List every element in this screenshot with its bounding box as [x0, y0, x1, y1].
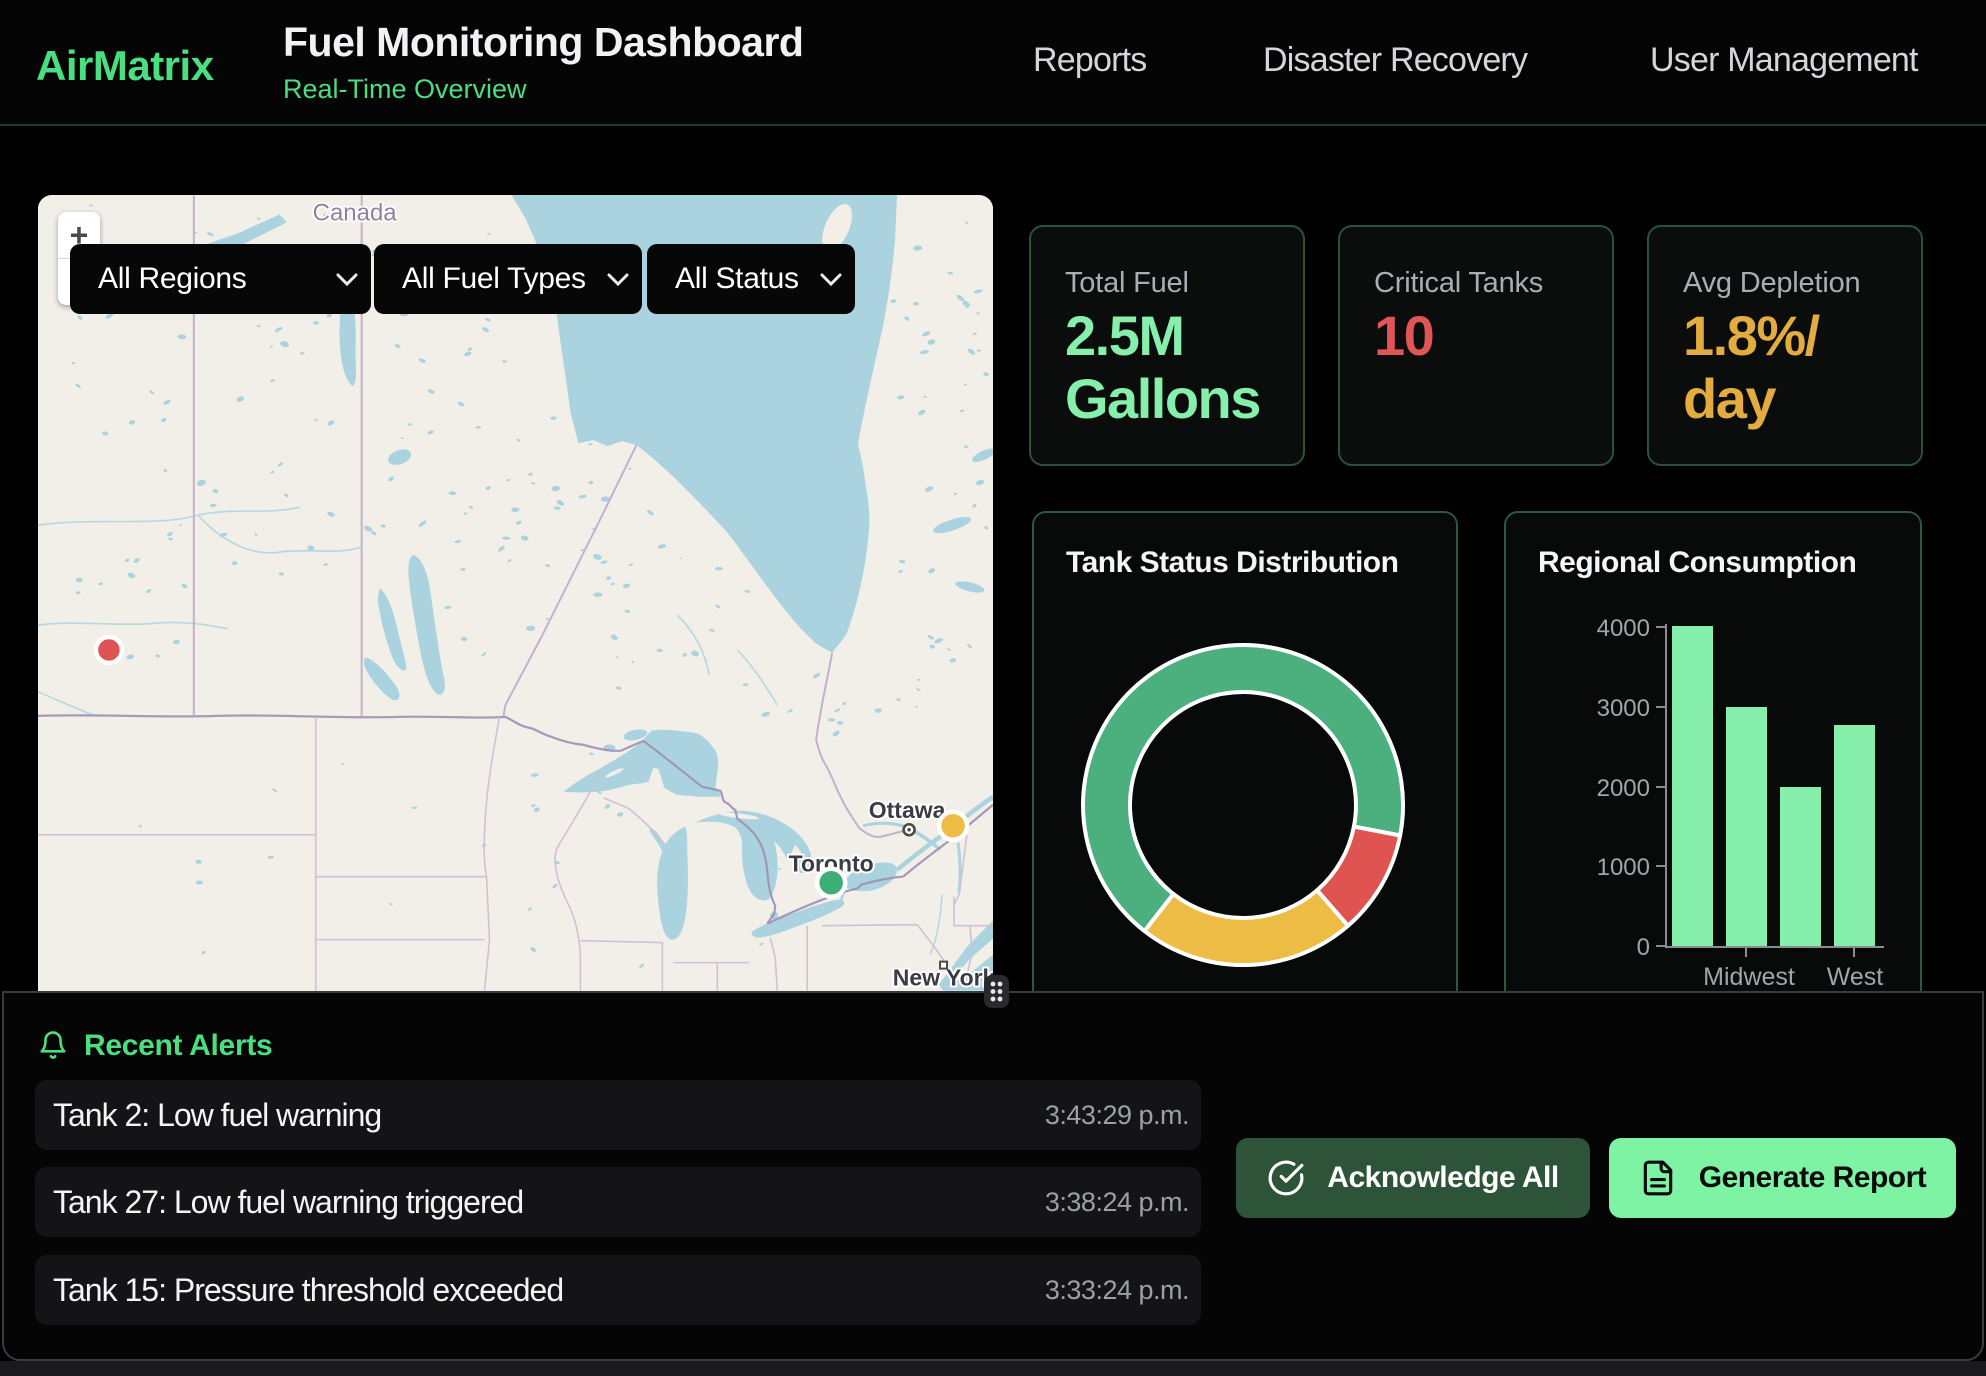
- svg-text:4000: 4000: [1597, 615, 1650, 642]
- svg-text:Ottawa: Ottawa: [869, 797, 946, 823]
- svg-text:0: 0: [1637, 934, 1650, 961]
- svg-text:West: West: [1827, 963, 1884, 991]
- svg-text:2000: 2000: [1597, 775, 1650, 802]
- svg-text:1000: 1000: [1597, 854, 1650, 881]
- svg-text:Canada: Canada: [313, 199, 398, 226]
- svg-text:3000: 3000: [1597, 695, 1650, 722]
- svg-text:Midwest: Midwest: [1703, 963, 1795, 991]
